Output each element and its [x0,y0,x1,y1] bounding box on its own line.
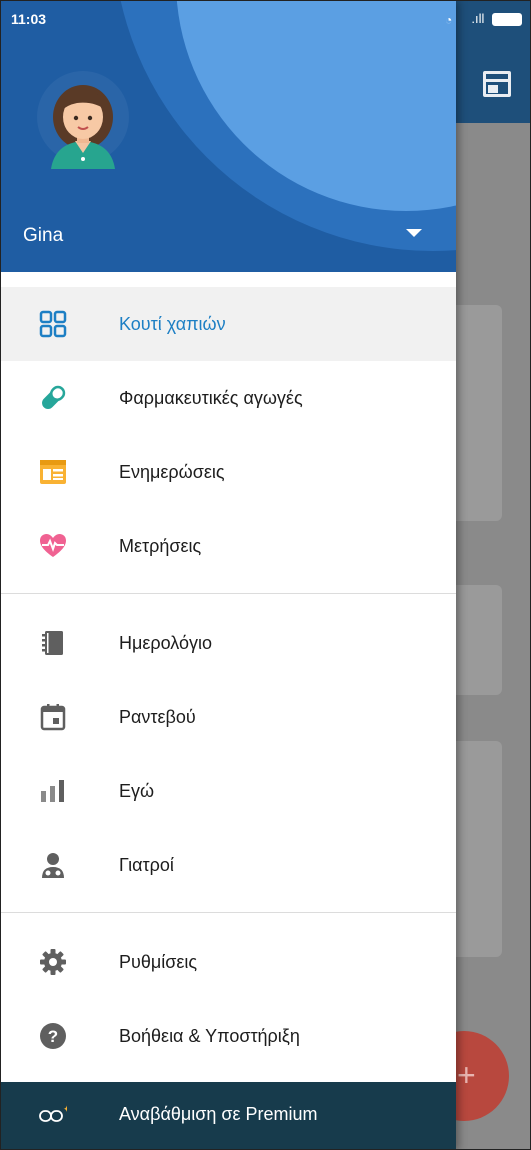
divider [1,593,456,594]
calendar-icon [40,704,66,731]
screen: .ıll + 11:03 ◔ Gina Κουτί χαπιών Φαρμακε… [0,0,531,1150]
menu-item-label: Βοήθεια & Υποστήριξη [119,1025,300,1046]
heart-pulse-icon [40,534,66,557]
menu-item-updates[interactable]: Ενημερώσεις [1,435,456,509]
avatar[interactable] [37,71,129,169]
signal-icon: .ıll [471,11,485,26]
svg-text:?: ? [48,1027,58,1046]
user-name: Gina [23,225,64,246]
menu-item-label: Κουτί χαπιών [119,313,226,334]
menu-item-help[interactable]: ? Βοήθεια & Υποστήριξη [1,999,456,1073]
svg-text:✦: ✦ [63,1104,67,1114]
menu-item-label: Ρυθμίσεις [119,951,198,972]
drawer-menu: Κουτί χαπιών Φαρμακευτικές αγωγές Ενημερ… [1,287,456,1073]
menu-item-label: Γιατροί [119,854,174,875]
calendar-icon[interactable] [483,71,511,97]
gear-icon [40,949,66,975]
background-card [456,585,502,695]
menu-item-label: Ενημερώσεις [119,461,225,482]
drawer-header: 11:03 ◔ Gina [1,1,456,272]
doctor-icon [42,853,64,878]
grid-icon [39,310,67,338]
premium-pills-icon: ✦ [39,1104,67,1122]
header-decoration [176,1,456,211]
menu-item-me[interactable]: Εγώ [1,754,456,828]
pill-icon [42,385,66,409]
upgrade-premium-button[interactable]: ✦ Αναβάθμιση σε Premium [1,1082,456,1149]
menu-item-settings[interactable]: Ρυθμίσεις [1,925,456,999]
menu-item-label: Φαρμακευτικές αγωγές [119,387,303,408]
menu-item-measurements[interactable]: Μετρήσεις [1,509,456,583]
menu-item-appointments[interactable]: Ραντεβού [1,680,456,754]
background-card [456,305,502,521]
menu-item-label: Εγώ [119,780,155,801]
plus-icon: + [457,1057,476,1093]
menu-item-label: Ραντεβού [119,706,196,727]
menu-item-treatments[interactable]: Φαρμακευτικές αγωγές [1,361,456,435]
background-card [456,741,502,957]
navigation-drawer: 11:03 ◔ Gina Κουτί χαπιών Φαρμακευτικές … [1,1,456,1149]
notebook-icon [42,631,63,655]
help-icon: ? [40,1023,66,1049]
status-time: 11:03 [11,11,47,27]
account-dropdown-icon[interactable] [406,229,422,237]
status-icons: .ıll [471,11,522,27]
menu-item-label: Μετρήσεις [119,535,202,556]
bar-chart-icon [41,780,64,802]
menu-item-doctors[interactable]: Γιατροί [1,828,456,902]
menu-item-pill-box[interactable]: Κουτί χαπιών [1,287,456,361]
calendar-news-icon [40,460,66,484]
divider [1,912,456,913]
upgrade-premium-label: Αναβάθμιση σε Premium [119,1104,318,1124]
menu-item-label: Ημερολόγιο [119,632,213,653]
menu-item-diary[interactable]: Ημερολόγιο [1,606,456,680]
battery-icon [492,13,522,27]
wifi-icon: ◔ [445,13,453,27]
